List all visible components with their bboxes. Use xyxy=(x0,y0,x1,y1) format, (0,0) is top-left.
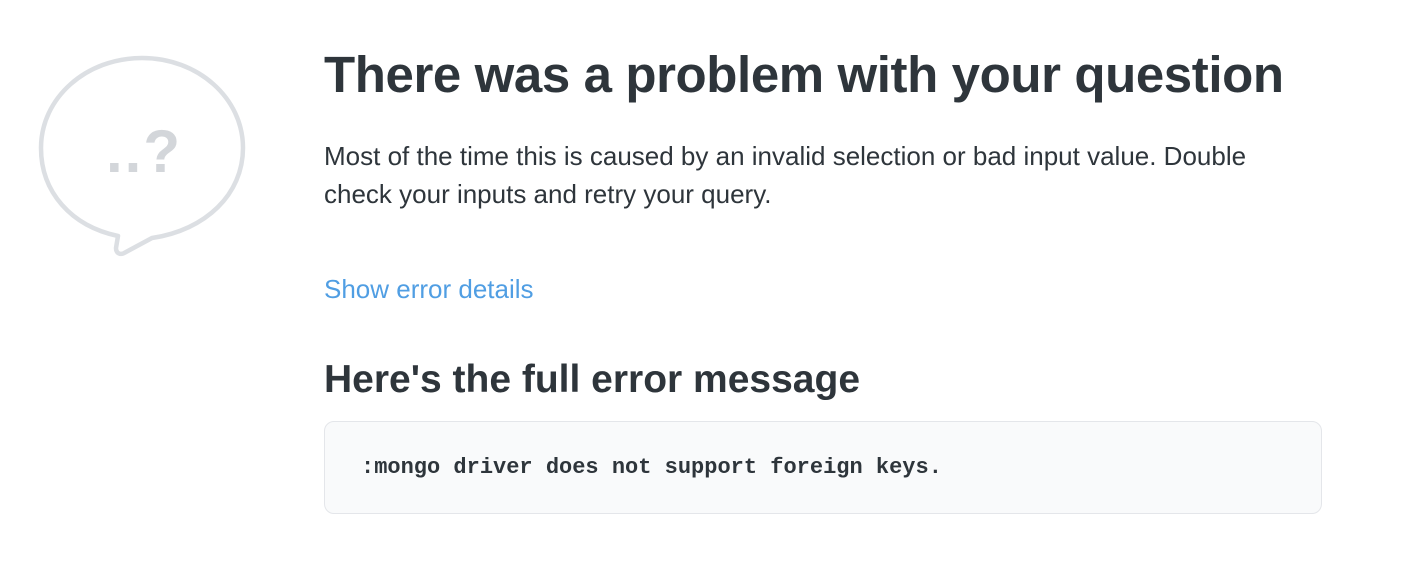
error-message-text: :mongo driver does not support foreign k… xyxy=(361,455,942,480)
error-title: There was a problem with your question xyxy=(324,46,1284,103)
question-speech-bubble-icon: ..? xyxy=(36,54,248,260)
show-error-details-link[interactable]: Show error details xyxy=(324,270,534,308)
error-message-box: :mongo driver does not support foreign k… xyxy=(324,421,1322,514)
full-error-heading: Here's the full error message xyxy=(324,358,861,401)
error-description: Most of the time this is caused by an in… xyxy=(324,141,1247,209)
question-glyph: ..? xyxy=(106,118,182,185)
